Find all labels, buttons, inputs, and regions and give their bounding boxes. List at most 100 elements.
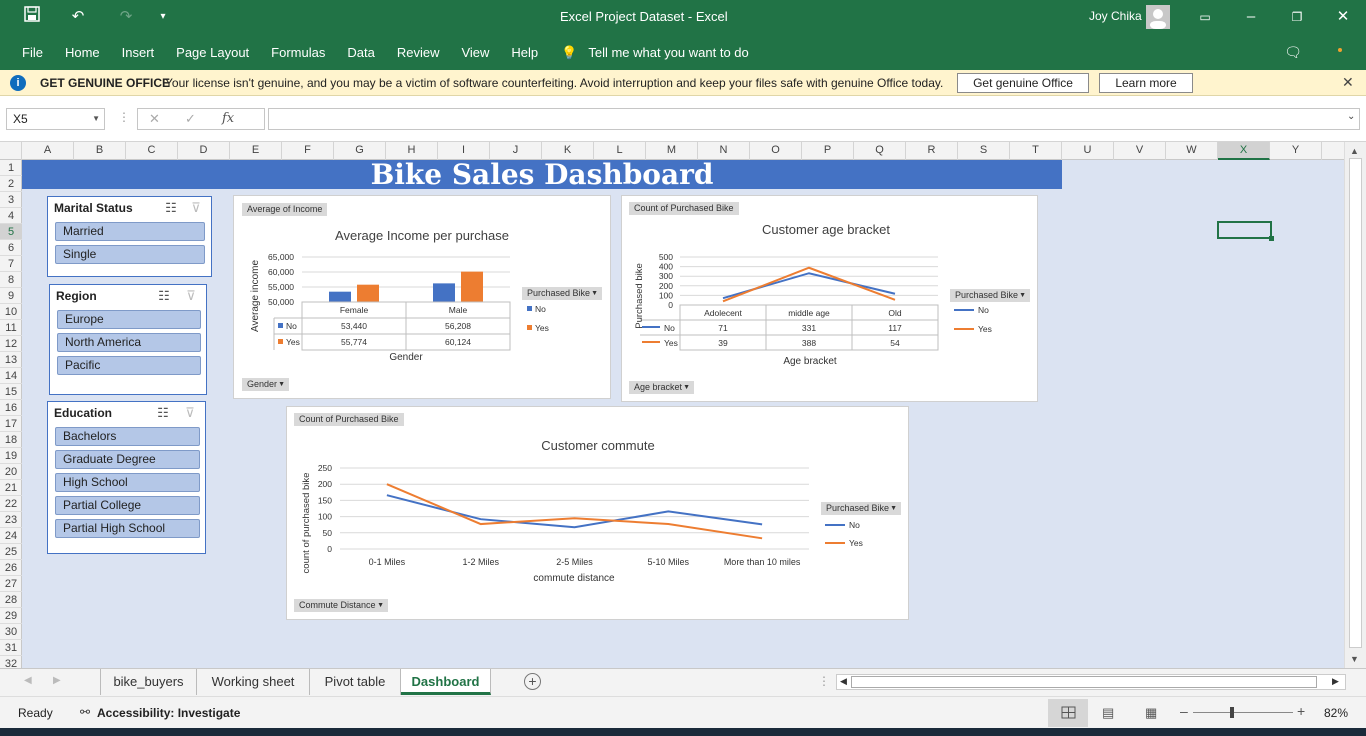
row-header[interactable]: 24 <box>0 528 22 544</box>
col-header[interactable]: A <box>22 142 74 160</box>
row-header[interactable]: 31 <box>0 640 22 656</box>
slicer-item-north-america[interactable]: North America <box>57 333 201 352</box>
col-header[interactable]: V <box>1114 142 1166 160</box>
row-header[interactable]: 15 <box>0 384 22 400</box>
row-header[interactable]: 8 <box>0 272 22 288</box>
scroll-left-icon[interactable]: ◀ <box>840 676 847 687</box>
sheet-tab[interactable]: Working sheet <box>197 669 310 695</box>
close-icon[interactable]: ✕ <box>1332 6 1354 28</box>
tab-review[interactable]: Review <box>386 42 451 64</box>
row-header[interactable]: 1 <box>0 160 22 176</box>
col-header-selected[interactable]: X <box>1218 142 1270 160</box>
row-header[interactable]: 20 <box>0 464 22 480</box>
col-header[interactable]: F <box>282 142 334 160</box>
col-header[interactable]: U <box>1062 142 1114 160</box>
col-header[interactable]: E <box>230 142 282 160</box>
clear-filter-icon[interactable]: ⊽ <box>181 405 199 421</box>
next-sheet-icon[interactable]: ▶ <box>53 675 61 686</box>
multi-select-icon[interactable]: ☷ <box>155 288 173 304</box>
col-header[interactable]: C <box>126 142 178 160</box>
scroll-thumb[interactable] <box>851 676 1317 688</box>
row-header[interactable]: 16 <box>0 400 22 416</box>
expand-formula-icon[interactable]: ⌄ <box>1347 111 1355 122</box>
col-header[interactable]: Y <box>1270 142 1322 160</box>
row-header[interactable]: 25 <box>0 544 22 560</box>
sheet-tab[interactable]: Pivot table <box>310 669 401 695</box>
col-header[interactable]: O <box>750 142 802 160</box>
chart-age-bracket[interactable]: Count of Purchased Bike Age bracket ▼ Pur… <box>621 195 1038 402</box>
zoom-out-icon[interactable]: – <box>1180 703 1188 719</box>
multi-select-icon[interactable]: ☷ <box>154 405 172 421</box>
page-break-view-icon[interactable]: ▦ <box>1145 705 1157 721</box>
slicer-item-pacific[interactable]: Pacific <box>57 356 201 375</box>
multi-select-icon[interactable]: ☷ <box>162 200 180 216</box>
sheet-tab[interactable]: bike_buyers <box>100 669 197 695</box>
col-header[interactable]: W <box>1166 142 1218 160</box>
tab-home[interactable]: Home <box>54 42 111 64</box>
comments-icon[interactable]: 🗨 <box>1282 41 1304 63</box>
chevron-down-icon[interactable]: ▼ <box>92 109 100 129</box>
clear-filter-icon[interactable]: ⊽ <box>187 200 205 216</box>
slicer-item-graduate-degree[interactable]: Graduate Degree <box>55 450 200 469</box>
page-layout-view-icon[interactable]: ▤ <box>1102 705 1114 721</box>
add-sheet-icon[interactable]: + <box>524 673 541 690</box>
row-header[interactable]: 30 <box>0 624 22 640</box>
row-header[interactable]: 18 <box>0 432 22 448</box>
fill-handle[interactable] <box>1269 236 1274 241</box>
tell-me-search[interactable]: Tell me what you want to do <box>588 42 759 64</box>
zoom-slider-thumb[interactable] <box>1230 707 1234 718</box>
row-header[interactable]: 17 <box>0 416 22 432</box>
scroll-up-icon[interactable]: ▲ <box>1350 146 1359 156</box>
row-header[interactable]: 28 <box>0 592 22 608</box>
minimize-icon[interactable]: – <box>1240 6 1262 28</box>
row-header[interactable]: 9 <box>0 288 22 304</box>
row-header[interactable]: 3 <box>0 192 22 208</box>
row-header[interactable]: 7 <box>0 256 22 272</box>
col-header[interactable]: Q <box>854 142 906 160</box>
customize-toolbar-icon[interactable]: ▾ <box>152 6 174 28</box>
slicer-item-partial-high-school[interactable]: Partial High School <box>55 519 200 538</box>
row-header[interactable]: 4 <box>0 208 22 224</box>
horizontal-scrollbar[interactable]: ◀ ▶ <box>836 674 1346 690</box>
scroll-down-icon[interactable]: ▼ <box>1350 654 1359 664</box>
get-genuine-office-button[interactable]: Get genuine Office <box>957 73 1089 93</box>
slicer-item-partial-college[interactable]: Partial College <box>55 496 200 515</box>
row-header[interactable]: 22 <box>0 496 22 512</box>
row-header[interactable]: 2 <box>0 176 22 192</box>
name-box[interactable]: X5 ▼ <box>6 108 105 130</box>
tab-formulas[interactable]: Formulas <box>260 42 336 64</box>
accessibility-status[interactable]: Accessibility: Investigate <box>97 706 240 720</box>
row-header[interactable]: 29 <box>0 608 22 624</box>
undo-icon[interactable]: ↶ <box>67 6 89 28</box>
tab-help[interactable]: Help <box>500 42 549 64</box>
formula-input[interactable] <box>268 108 1360 130</box>
learn-more-button[interactable]: Learn more <box>1099 73 1193 93</box>
col-header[interactable]: P <box>802 142 854 160</box>
save-icon[interactable] <box>21 6 43 28</box>
row-header[interactable]: 10 <box>0 304 22 320</box>
prev-sheet-icon[interactable]: ◀ <box>24 675 32 686</box>
zoom-slider[interactable] <box>1193 712 1293 713</box>
row-header[interactable]: 23 <box>0 512 22 528</box>
sheet-tab-active[interactable]: Dashboard <box>401 669 491 695</box>
scroll-right-icon[interactable]: ▶ <box>1332 676 1339 687</box>
col-header[interactable]: D <box>178 142 230 160</box>
slicer-item-bachelors[interactable]: Bachelors <box>55 427 200 446</box>
cancel-icon[interactable]: ✕ <box>149 111 160 127</box>
row-header[interactable]: 12 <box>0 336 22 352</box>
avatar[interactable] <box>1146 5 1170 29</box>
row-header[interactable]: 26 <box>0 560 22 576</box>
clear-filter-icon[interactable]: ⊽ <box>182 288 200 304</box>
col-header[interactable]: R <box>906 142 958 160</box>
row-header[interactable]: 19 <box>0 448 22 464</box>
row-header[interactable]: 14 <box>0 368 22 384</box>
slicer-item-high-school[interactable]: High School <box>55 473 200 492</box>
row-header[interactable]: 21 <box>0 480 22 496</box>
insert-function-icon[interactable]: fx <box>222 111 234 126</box>
user-name[interactable]: Joy Chika <box>1089 9 1142 23</box>
row-header[interactable]: 27 <box>0 576 22 592</box>
select-all[interactable] <box>0 142 22 160</box>
close-bar-icon[interactable]: ✕ <box>1342 74 1354 91</box>
normal-view-button[interactable] <box>1048 699 1088 727</box>
worksheet-grid[interactable]: Bike Sales Dashboard Marital Status ☷ ⊽ … <box>22 160 1344 668</box>
